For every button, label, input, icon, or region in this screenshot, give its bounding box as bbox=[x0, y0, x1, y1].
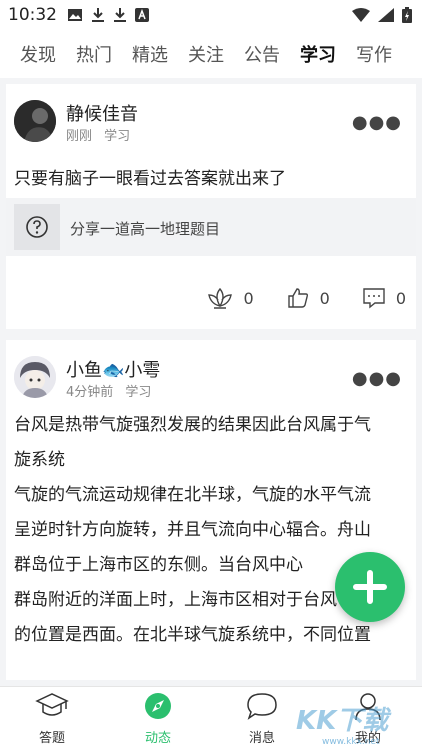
lotus-icon bbox=[208, 287, 233, 309]
nav-feed[interactable]: 动态 bbox=[118, 691, 198, 746]
avatar[interactable] bbox=[14, 100, 56, 142]
post-meta: 4分钟前 学习 bbox=[66, 381, 159, 400]
post-category: 学习 bbox=[104, 129, 131, 144]
question-icon bbox=[14, 204, 60, 250]
more-options-icon[interactable]: ●●● bbox=[352, 368, 402, 389]
tab-following[interactable]: 关注 bbox=[188, 41, 224, 67]
post-card[interactable]: 静候佳音 刚刚 学习 ●●● 只要有脑子一眼看过去答案就出来了 分享一道高一地理… bbox=[6, 84, 416, 329]
question-label: 分享一道高一地理题目 bbox=[70, 220, 221, 238]
comment-icon bbox=[363, 288, 385, 309]
thumbs-up-count: 0 bbox=[319, 288, 330, 308]
comment-button[interactable]: 0 bbox=[362, 286, 406, 310]
post-card[interactable]: 小鱼🐟小雩 4分钟前 学习 ●●● 台风是热带气旋强烈发展的结果因此台风属于气 … bbox=[6, 340, 416, 680]
tab-study[interactable]: 学习 bbox=[300, 41, 336, 67]
more-options-icon[interactable]: ●●● bbox=[352, 112, 402, 133]
post-category: 学习 bbox=[125, 385, 152, 400]
compass-icon bbox=[145, 693, 171, 719]
author-name[interactable]: 静候佳音 bbox=[66, 100, 138, 126]
graduation-cap-icon bbox=[35, 693, 69, 716]
nav-label: 答题 bbox=[38, 731, 65, 746]
thumbs-up-icon bbox=[287, 288, 308, 308]
tab-hot[interactable]: 热门 bbox=[76, 41, 112, 67]
create-post-button[interactable] bbox=[335, 552, 405, 622]
image-notification-icon bbox=[68, 9, 82, 21]
signal-icon bbox=[378, 8, 394, 22]
tab-announcements[interactable]: 公告 bbox=[244, 41, 280, 67]
status-bar: 10:32 bbox=[0, 0, 422, 30]
tab-discover[interactable]: 发现 bbox=[20, 41, 56, 67]
post-text-line: 台风是热带气旋强烈发展的结果因此台风属于气 bbox=[14, 415, 371, 435]
plus-icon bbox=[353, 570, 387, 604]
lotus-count: 0 bbox=[243, 288, 254, 308]
wifi-icon bbox=[352, 8, 370, 22]
post-actions: 0 0 0 bbox=[175, 286, 406, 310]
author-name[interactable]: 小鱼🐟小雩 bbox=[66, 356, 160, 382]
tab-writing[interactable]: 写作 bbox=[356, 41, 392, 67]
battery-icon bbox=[402, 7, 412, 23]
font-notification-icon bbox=[135, 8, 149, 22]
post-time: 4分钟前 bbox=[66, 385, 114, 400]
post-meta: 刚刚 学习 bbox=[66, 125, 138, 144]
category-tabs: 发现 热门 精选 关注 公告 学习 写作 bbox=[0, 30, 422, 78]
watermark-logo: KK下载 bbox=[296, 706, 389, 736]
post-text-line: 旋系统 bbox=[14, 450, 65, 470]
post-time: 刚刚 bbox=[66, 129, 93, 144]
post-text: 只要有脑子一眼看过去答案就出来了 bbox=[14, 169, 286, 189]
nav-answer[interactable]: 答题 bbox=[12, 691, 92, 746]
post-text-line: 呈逆时针方向旋转，并且气流向中心辐合。舟山 bbox=[14, 520, 371, 540]
download-icon bbox=[114, 8, 126, 22]
chat-bubble-icon bbox=[247, 693, 277, 720]
thumbs-up-button[interactable]: 0 bbox=[286, 286, 330, 310]
watermark-url: www.kkx.net bbox=[322, 737, 380, 747]
post-text-line: 气旋的气流运动规律在北半球，气旋的水平气流 bbox=[14, 485, 371, 505]
download-icon bbox=[92, 8, 104, 22]
nav-label: 消息 bbox=[248, 731, 275, 746]
tab-featured[interactable]: 精选 bbox=[132, 41, 168, 67]
avatar[interactable] bbox=[14, 356, 56, 398]
nav-messages[interactable]: 消息 bbox=[222, 691, 302, 746]
post-text-line: 的位置是西面。在北半球气旋系统中，不同位置 bbox=[14, 625, 371, 645]
comment-count: 0 bbox=[395, 288, 406, 308]
lotus-like-button[interactable]: 0 bbox=[207, 286, 254, 310]
nav-label: 动态 bbox=[144, 731, 171, 746]
question-attachment[interactable]: 分享一道高一地理题目 bbox=[6, 198, 416, 256]
status-time: 10:32 bbox=[8, 5, 57, 25]
